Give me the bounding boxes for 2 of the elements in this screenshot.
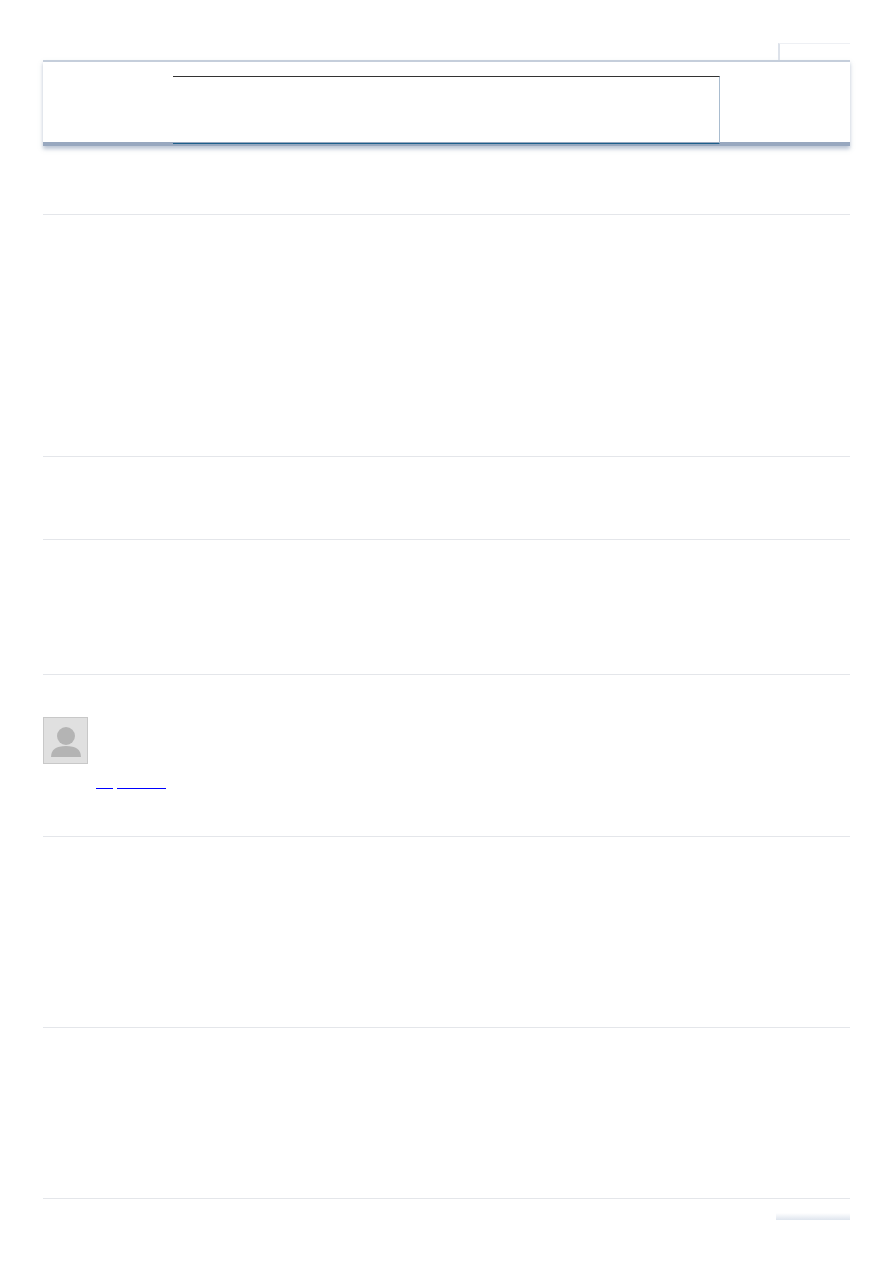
search-field[interactable] (173, 76, 720, 144)
person-icon (48, 725, 83, 759)
